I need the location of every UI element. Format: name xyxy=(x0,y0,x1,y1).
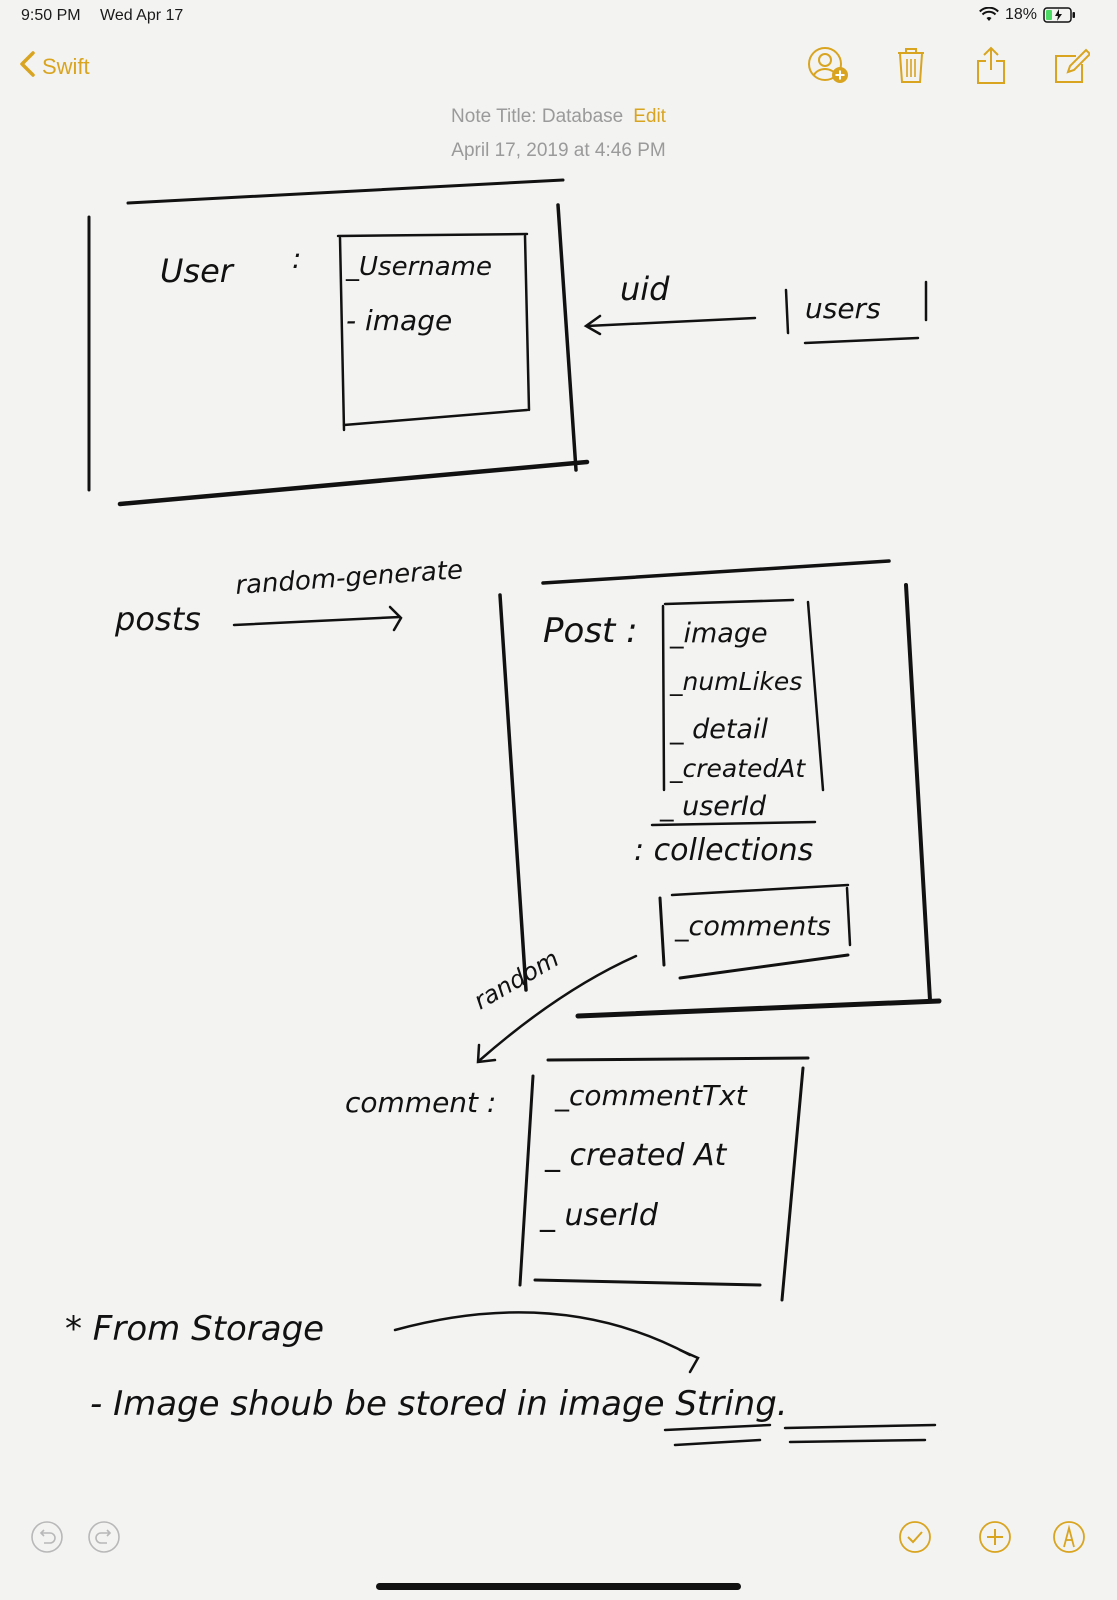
comment-field: _ created At xyxy=(544,1138,728,1173)
user-label: User xyxy=(160,252,235,290)
user-box-bottom xyxy=(117,459,590,507)
collections-label: : collections xyxy=(634,833,813,868)
comments-collection: _comments xyxy=(674,911,831,942)
random-generate-arrow xyxy=(232,615,402,627)
storage-note: * From Storage xyxy=(65,1309,324,1349)
user-box-right xyxy=(556,203,578,472)
add-icon[interactable] xyxy=(978,1520,1012,1559)
post-field: _ detail xyxy=(669,714,768,745)
user-field: - image xyxy=(346,304,452,337)
post-field: _numLikes xyxy=(669,667,802,696)
user-box-top xyxy=(126,178,565,205)
posts-label: posts xyxy=(114,600,201,638)
storage-arrow xyxy=(393,1311,692,1357)
undo-icon[interactable] xyxy=(30,1520,64,1559)
post-field: _createdAt xyxy=(669,754,806,783)
checklist-icon[interactable] xyxy=(898,1520,932,1559)
comment-field: _commentTxt xyxy=(554,1079,748,1112)
random-generate-label: random-generate xyxy=(234,555,464,601)
post-field: _ userId xyxy=(659,791,767,822)
uid-label: uid xyxy=(620,270,670,308)
comment-field: _ userId xyxy=(539,1198,659,1233)
users-collection: users xyxy=(805,292,881,325)
storage-note-detail: - Image shoub be stored in image String. xyxy=(90,1384,788,1424)
bottom-toolbar xyxy=(0,1520,1117,1570)
user-colon: : xyxy=(292,242,301,275)
post-label: Post : xyxy=(543,611,638,651)
home-indicator[interactable] xyxy=(376,1583,741,1590)
markup-icon[interactable] xyxy=(1052,1520,1086,1559)
uid-arrow xyxy=(585,316,757,328)
post-field: _image xyxy=(669,618,768,649)
comment-label: comment : xyxy=(345,1086,496,1119)
sketch-canvas[interactable]: User : _Username - image uid users posts… xyxy=(0,0,1117,1600)
user-field: _Username xyxy=(345,252,492,282)
redo-icon[interactable] xyxy=(87,1520,121,1559)
